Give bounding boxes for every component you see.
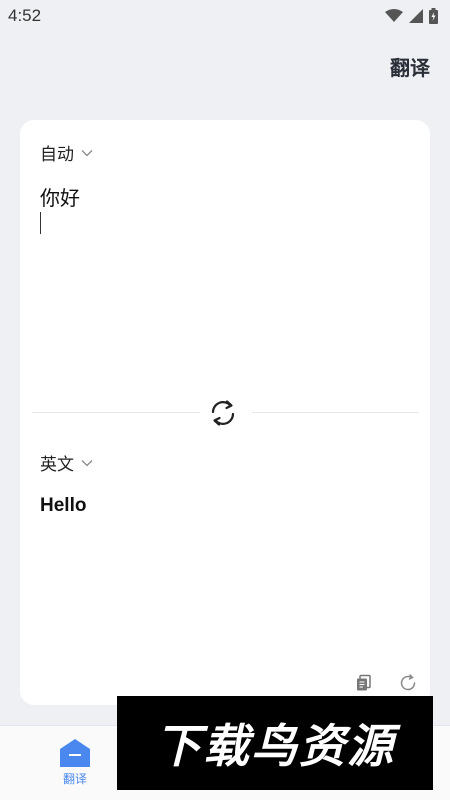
text-cursor <box>40 212 41 234</box>
translate-home-icon <box>60 739 90 767</box>
watermark: 下载鸟资源 <box>117 696 433 790</box>
chevron-down-icon <box>81 149 93 156</box>
translation-card: 自动 你好 英文 Hello <box>20 120 430 705</box>
header: 翻译 <box>0 44 450 88</box>
signal-icon <box>409 9 423 23</box>
source-language-select[interactable]: 自动 <box>40 140 94 165</box>
chevron-down-icon <box>81 459 93 466</box>
translation-result: Hello <box>40 495 87 516</box>
source-language-label: 自动 <box>40 145 74 165</box>
status-bar: 4:52 <box>0 0 450 32</box>
watermark-text: 下载鸟资源 <box>155 719 395 773</box>
status-icons <box>385 8 438 24</box>
target-language-label: 英文 <box>40 455 74 475</box>
page-title: 翻译 <box>390 56 430 80</box>
divider <box>32 412 200 413</box>
nav-item-translate[interactable]: 翻译 <box>50 738 100 794</box>
swap-icon <box>211 400 235 426</box>
target-language-select[interactable]: 英文 <box>40 450 94 475</box>
swap-languages-button[interactable] <box>206 396 240 430</box>
wifi-icon <box>385 9 403 22</box>
nav-item-label: 翻译 <box>62 772 87 786</box>
status-time: 4:52 <box>8 6 42 25</box>
divider <box>252 412 418 413</box>
source-text-input[interactable]: 你好 <box>40 182 80 211</box>
copy-icon <box>357 674 371 691</box>
battery-icon <box>429 8 438 24</box>
refresh-icon <box>400 674 416 691</box>
refresh-button[interactable] <box>398 673 418 693</box>
copy-button[interactable] <box>354 673 374 693</box>
